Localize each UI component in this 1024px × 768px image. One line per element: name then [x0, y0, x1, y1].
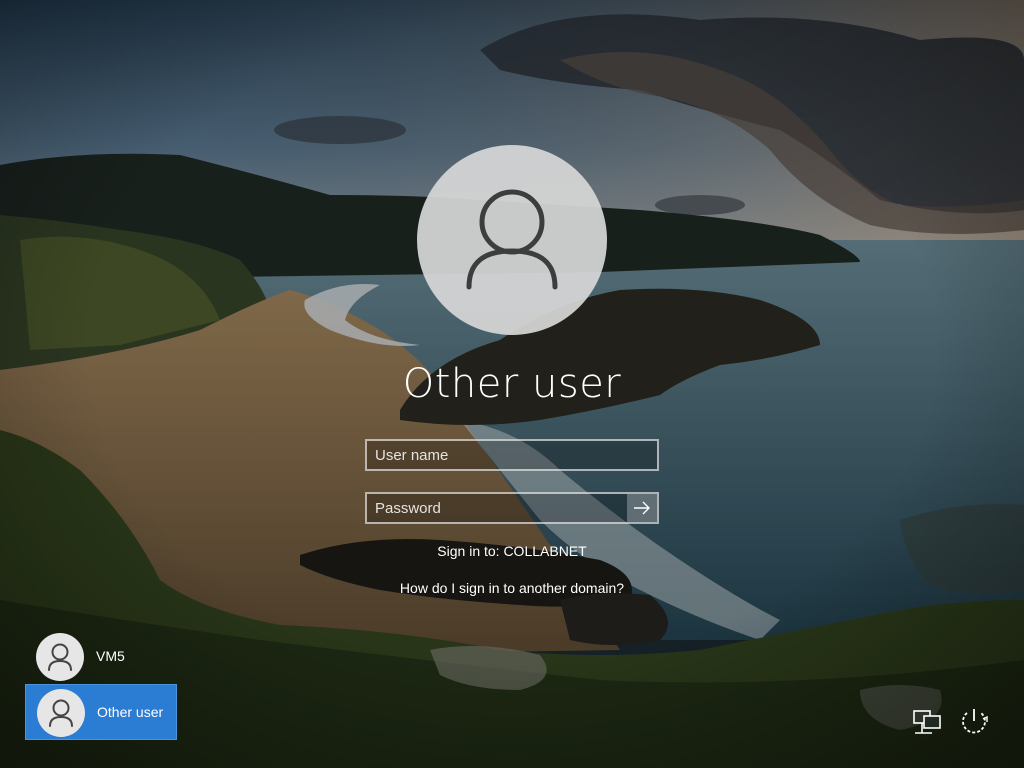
username-field-box — [365, 439, 659, 471]
page-title: Other user — [402, 361, 622, 407]
lock-screen: Other user Sign in to: COLLABNET How do … — [0, 0, 1024, 768]
user-tile-vm5[interactable]: VM5 — [25, 629, 177, 685]
power-icon — [962, 709, 988, 734]
user-silhouette-icon — [466, 189, 558, 290]
avatar — [37, 689, 85, 737]
user-silhouette-icon — [49, 699, 73, 727]
username-input[interactable] — [367, 441, 657, 469]
user-tile-other-user[interactable]: Other user — [25, 684, 177, 740]
user-tile-label: Other user — [97, 704, 164, 720]
network-icon — [913, 710, 941, 734]
network-button[interactable] — [910, 706, 946, 738]
user-silhouette-icon — [48, 643, 72, 671]
user-tile-label: VM5 — [96, 648, 125, 664]
another-domain-link[interactable]: How do I sign in to another domain? — [312, 580, 712, 596]
sign-in-domain-text: Sign in to: COLLABNET — [437, 543, 587, 559]
avatar — [36, 633, 84, 681]
submit-button[interactable] — [627, 494, 657, 522]
password-field-box — [365, 492, 659, 524]
user-avatar — [417, 145, 607, 335]
power-button[interactable] — [956, 705, 992, 739]
password-input[interactable] — [367, 494, 629, 522]
arrow-right-icon — [634, 501, 650, 515]
